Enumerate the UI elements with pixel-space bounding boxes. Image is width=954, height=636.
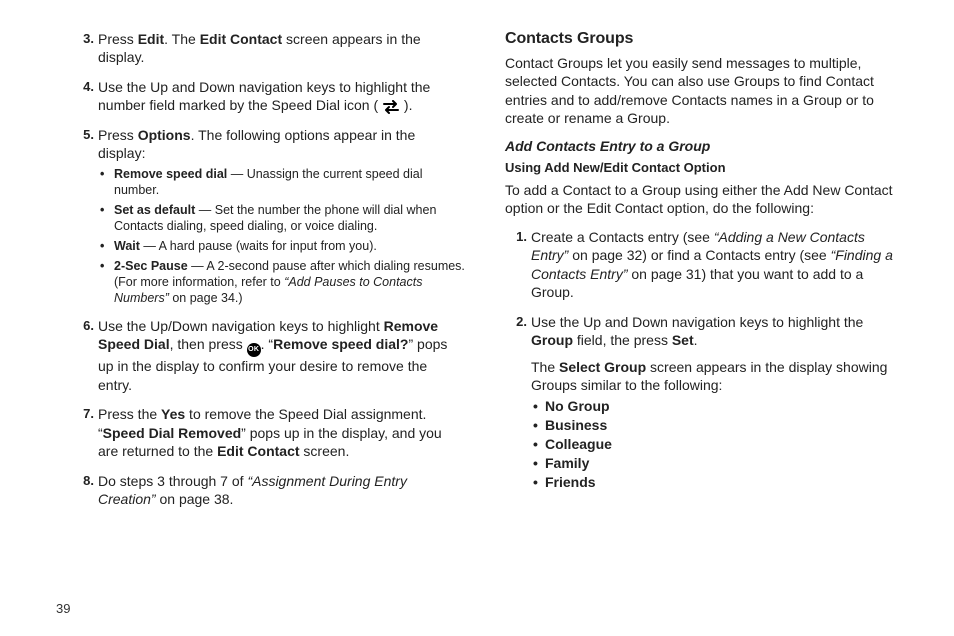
subsub-heading: Using Add New/Edit Contact Option: [505, 160, 898, 175]
followup-paragraph: The Select Group screen appears in the d…: [531, 358, 898, 395]
bold: Set as default: [114, 203, 195, 217]
lead-text: To add a Contact to a Group using either…: [505, 181, 898, 218]
option-2sec-pause: 2-Sec Pause — A 2-second pause after whi…: [114, 258, 465, 306]
group-item: Friends: [545, 473, 898, 491]
section-intro: Contact Groups let you easily send messa…: [505, 54, 898, 128]
option-remove-speed-dial: Remove speed dial — Unassign the current…: [114, 166, 465, 198]
left-column: Press Edit. The Edit Contact screen appe…: [72, 30, 465, 520]
step-6: Use the Up/Down navigation keys to highl…: [98, 317, 465, 394]
steps-list-right: Create a Contacts entry (see “Adding a N…: [505, 228, 898, 492]
group-item: Family: [545, 454, 898, 472]
steps-list-left: Press Edit. The Edit Contact screen appe…: [72, 30, 465, 509]
text: — A hard pause (waits for input from you…: [140, 239, 377, 253]
bold: No Group: [545, 398, 610, 414]
text: . “: [261, 336, 273, 352]
ok-icon: OK: [247, 343, 261, 357]
columns: Press Edit. The Edit Contact screen appe…: [72, 30, 898, 520]
right-column: Contacts Groups Contact Groups let you e…: [505, 30, 898, 520]
option-wait: Wait — A hard pause (waits for input fro…: [114, 238, 465, 254]
bold: Yes: [161, 406, 185, 422]
bold: Speed Dial Removed: [103, 425, 242, 441]
bold: Select Group: [559, 359, 646, 375]
bold: Set: [672, 332, 694, 348]
step-2: Use the Up and Down navigation keys to h…: [531, 313, 898, 492]
text: Press: [98, 31, 138, 47]
text: , then press: [170, 336, 247, 352]
text: .: [694, 332, 698, 348]
text: Press the: [98, 406, 161, 422]
text: Use the Up/Down navigation keys to highl…: [98, 318, 384, 334]
section-heading-contacts-groups: Contacts Groups: [505, 30, 898, 48]
step-3: Press Edit. The Edit Contact screen appe…: [98, 30, 465, 67]
bold: Remove speed dial: [114, 167, 227, 181]
bold: Edit Contact: [217, 443, 299, 459]
bold: Group: [531, 332, 573, 348]
bold: Wait: [114, 239, 140, 253]
page: Press Edit. The Edit Contact screen appe…: [0, 0, 954, 636]
step-8: Do steps 3 through 7 of “Assignment Duri…: [98, 472, 465, 509]
option-set-as-default: Set as default — Set the number the phon…: [114, 202, 465, 234]
step-1: Create a Contacts entry (see “Adding a N…: [531, 228, 898, 302]
page-number: 39: [56, 601, 70, 616]
bold: Colleague: [545, 436, 612, 452]
text: Do steps 3 through 7 of: [98, 473, 247, 489]
text: ).: [400, 97, 412, 113]
text: Use the Up and Down navigation keys to h…: [98, 79, 430, 113]
text: . The: [164, 31, 200, 47]
subheading-add-to-group: Add Contacts Entry to a Group: [505, 138, 898, 154]
text: field, the press: [573, 332, 672, 348]
text: on page 34.): [169, 291, 243, 305]
step-7: Press the Yes to remove the Speed Dial a…: [98, 405, 465, 460]
options-list: Remove speed dial — Unassign the current…: [98, 166, 465, 306]
text: Use the Up and Down navigation keys to h…: [531, 314, 863, 330]
bold: Edit: [138, 31, 164, 47]
text: Create a Contacts entry (see: [531, 229, 714, 245]
text: The: [531, 359, 559, 375]
group-item: Colleague: [545, 435, 898, 453]
group-item: No Group: [545, 397, 898, 415]
step-5: Press Options. The following options app…: [98, 126, 465, 306]
group-list: No Group Business Colleague Family Frien…: [531, 397, 898, 492]
text: on page 38.: [156, 491, 234, 507]
bold: Options: [138, 127, 191, 143]
text: screen.: [300, 443, 350, 459]
group-item: Business: [545, 416, 898, 434]
step-4: Use the Up and Down navigation keys to h…: [98, 78, 465, 115]
text: Press: [98, 127, 138, 143]
bold: Remove speed dial?: [273, 336, 408, 352]
speed-dial-icon: [382, 100, 400, 114]
bold: Family: [545, 455, 589, 471]
bold: 2-Sec Pause: [114, 259, 188, 273]
text: on page 32) or find a Contacts entry (se…: [568, 247, 830, 263]
bold: Business: [545, 417, 607, 433]
bold: Edit Contact: [200, 31, 282, 47]
bold: Friends: [545, 474, 596, 490]
